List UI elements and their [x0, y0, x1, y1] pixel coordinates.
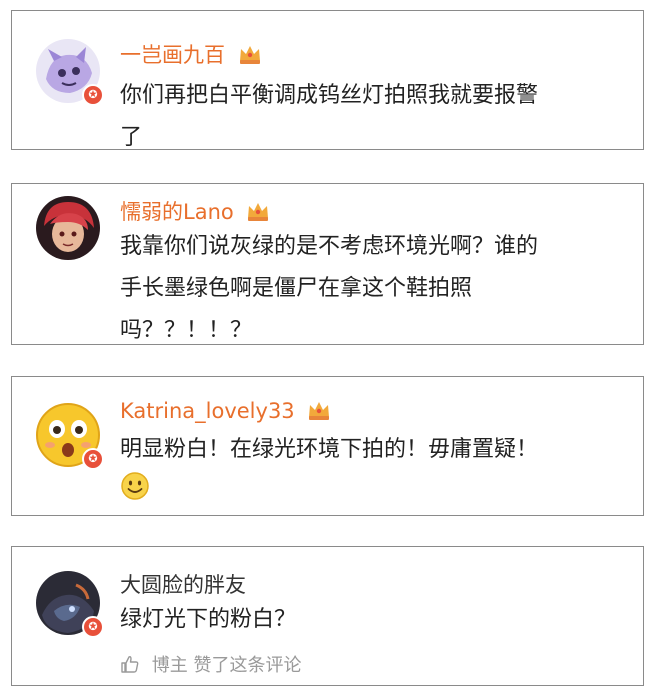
comment-card: ✪ Katrina_lovely33 明显粉白！在绿光环境下拍的！毋庸置疑！	[11, 376, 644, 516]
username[interactable]: Katrina_lovely33	[120, 399, 331, 426]
verified-badge-icon: ✪	[82, 616, 104, 638]
lavender-creature-avatar-icon[interactable]: ✪	[36, 39, 104, 106]
username[interactable]: 大圆脸的胖友	[120, 569, 246, 599]
verified-badge-icon: ✪	[82, 448, 104, 470]
smiley-face-icon	[120, 471, 150, 516]
liked-by-author-note: 博主 赞了这条评论	[120, 651, 301, 679]
comment-card: 懦弱的Lano 我靠你们说灰绿的是不考虑环境光啊？谁的 手长墨绿色啊是僵尸在拿这…	[11, 183, 644, 345]
comment-card: ✪ 一岂画九百 你们再把白平衡调成钨丝灯拍照我就要报警 了	[11, 10, 644, 150]
crown-vip-icon	[307, 399, 331, 426]
crown-vip-icon	[246, 200, 270, 227]
username[interactable]: 一岂画九百	[120, 39, 262, 70]
comment-card: ✪ 大圆脸的胖友 绿灯光下的粉白？ 博主 赞了这条评论	[11, 546, 644, 686]
comment-text: 明显粉白！在绿光环境下拍的！毋庸置疑！	[120, 429, 621, 516]
comment-text: 我靠你们说灰绿的是不考虑环境光啊？谁的 手长墨绿色啊是僵尸在拿这个鞋拍照 吗？？…	[120, 234, 539, 343]
red-hair-character-avatar-icon[interactable]	[36, 196, 100, 260]
thumbs-up-icon[interactable]	[120, 654, 140, 679]
crown-vip-icon	[238, 43, 262, 70]
dark-character-avatar-icon[interactable]: ✪	[36, 571, 104, 638]
shocked-emoji-avatar-icon[interactable]: ✪	[36, 403, 104, 470]
comment-text: 你们再把白平衡调成钨丝灯拍照我就要报警 了	[120, 83, 539, 150]
comment-text: 绿灯光下的粉白？	[120, 607, 297, 632]
username[interactable]: 懦弱的Lano	[120, 196, 270, 227]
verified-badge-icon: ✪	[82, 84, 104, 106]
